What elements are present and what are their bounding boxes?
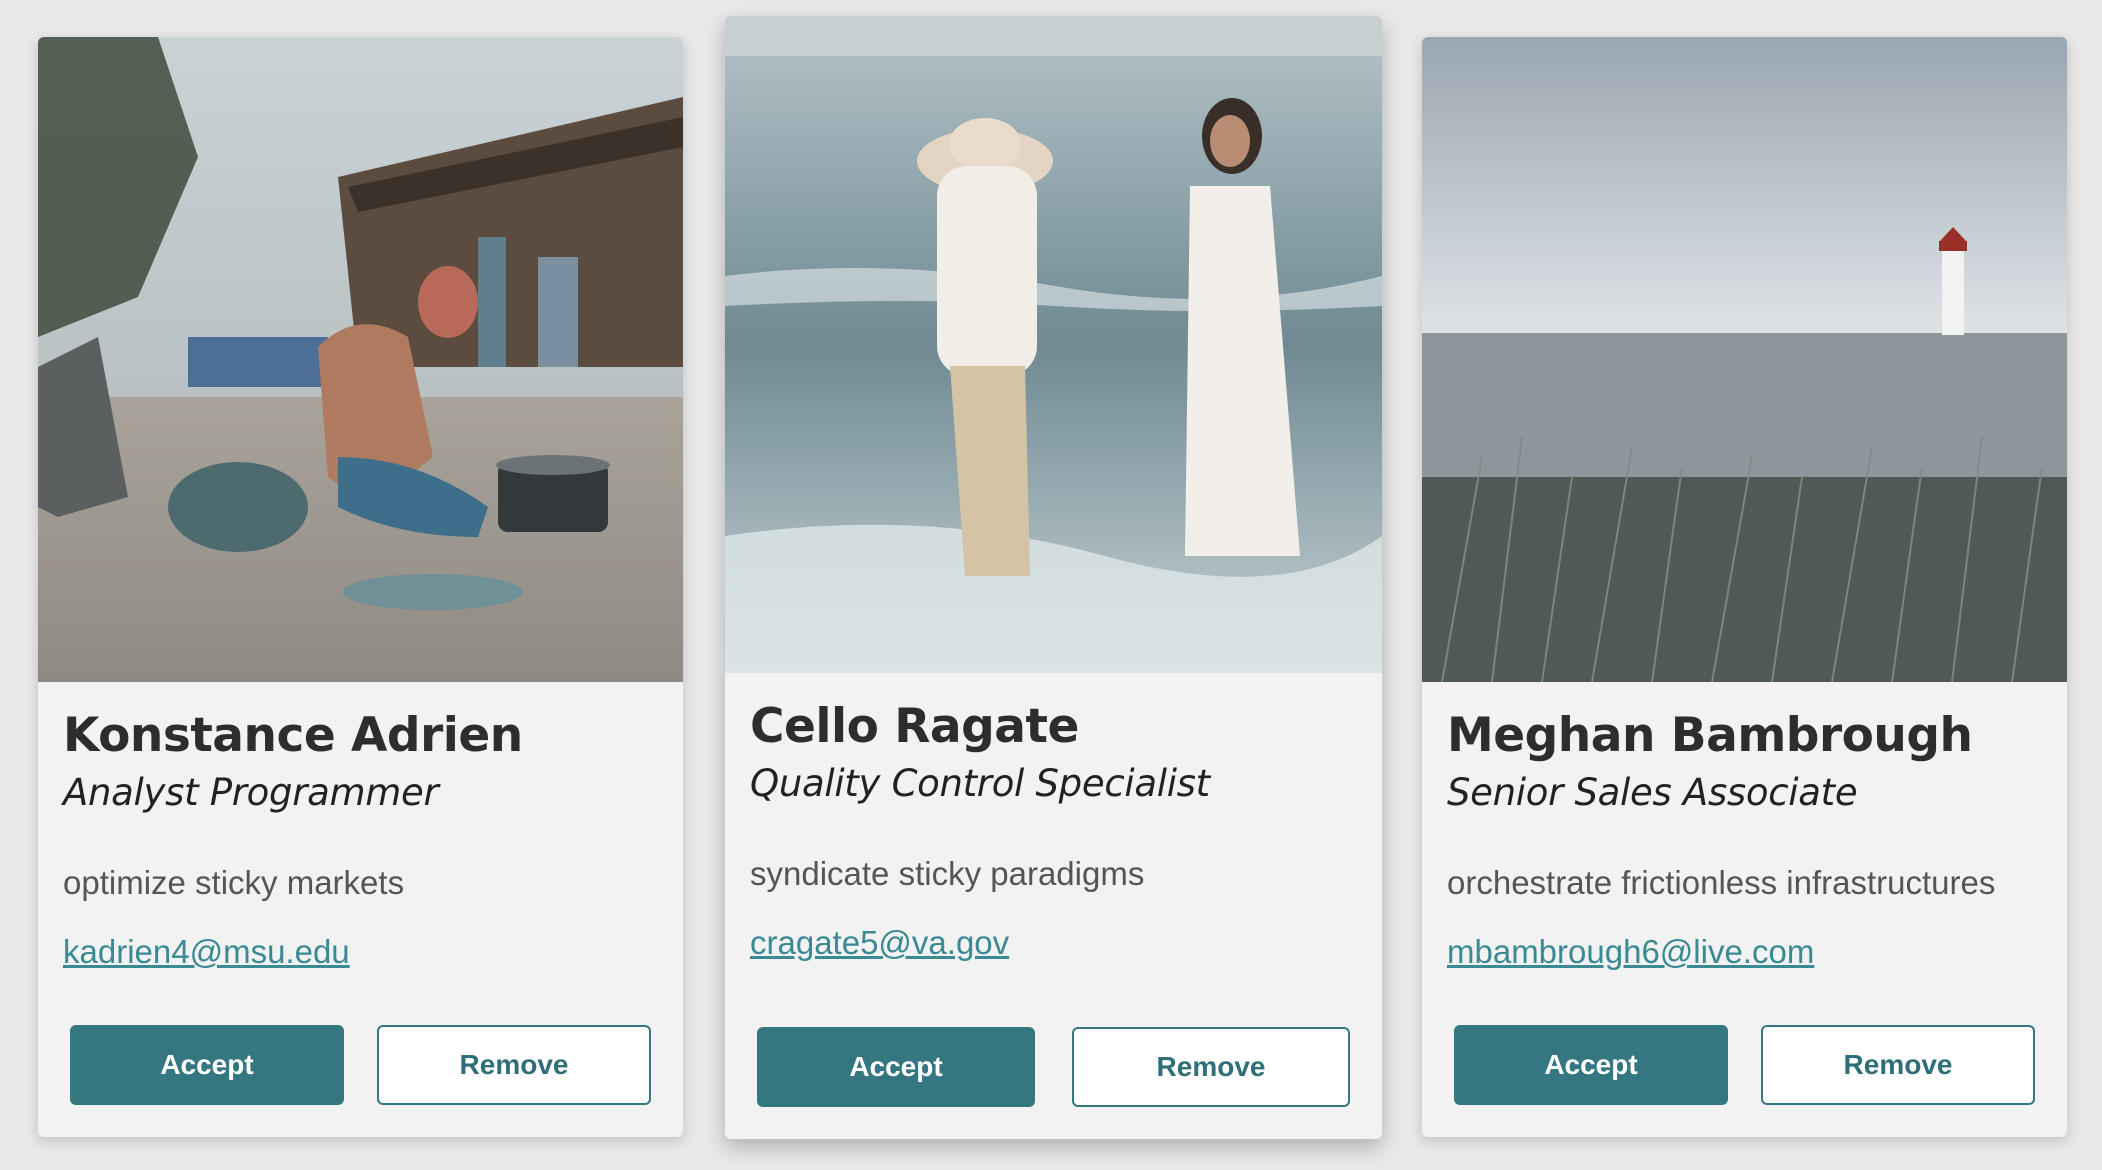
profile-email-link[interactable]: mbambrough6@live.com (1447, 932, 1814, 972)
profile-name: Cello Ragate (750, 699, 1079, 754)
profile-photo-image (725, 16, 1382, 673)
profile-job-title: Analyst Programmer (63, 771, 439, 815)
accept-button[interactable]: Accept (70, 1025, 344, 1105)
remove-button[interactable]: Remove (1072, 1027, 1350, 1107)
card-actions: Accept Remove (70, 1025, 651, 1105)
profile-tagline: optimize sticky markets (63, 863, 405, 901)
profile-email-link[interactable]: kadrien4@msu.edu (63, 932, 350, 972)
profile-photo-image (38, 37, 683, 682)
profile-card: Konstance Adrien Analyst Programmer opti… (38, 37, 683, 1137)
profile-card: Meghan Bambrough Senior Sales Associate … (1422, 37, 2067, 1137)
profile-photo (1422, 37, 2067, 682)
profile-tagline: orchestrate frictionless infrastructures (1447, 863, 1996, 901)
remove-button[interactable]: Remove (377, 1025, 651, 1105)
profile-photo (38, 37, 683, 682)
card-actions: Accept Remove (1454, 1025, 2035, 1105)
profile-email-link[interactable]: cragate5@va.gov (750, 923, 1009, 963)
accept-button[interactable]: Accept (1454, 1025, 1728, 1105)
profile-job-title: Quality Control Specialist (750, 762, 1210, 806)
accept-button[interactable]: Accept (757, 1027, 1035, 1107)
profile-name: Meghan Bambrough (1447, 708, 1973, 763)
profile-photo (725, 16, 1382, 673)
card-actions: Accept Remove (757, 1027, 1350, 1107)
profile-name: Konstance Adrien (63, 708, 523, 763)
profile-card: Cello Ragate Quality Control Specialist … (725, 16, 1382, 1139)
profile-job-title: Senior Sales Associate (1447, 771, 1858, 815)
profile-photo-image (1422, 37, 2067, 682)
profile-tagline: syndicate sticky paradigms (750, 854, 1145, 892)
remove-button[interactable]: Remove (1761, 1025, 2035, 1105)
